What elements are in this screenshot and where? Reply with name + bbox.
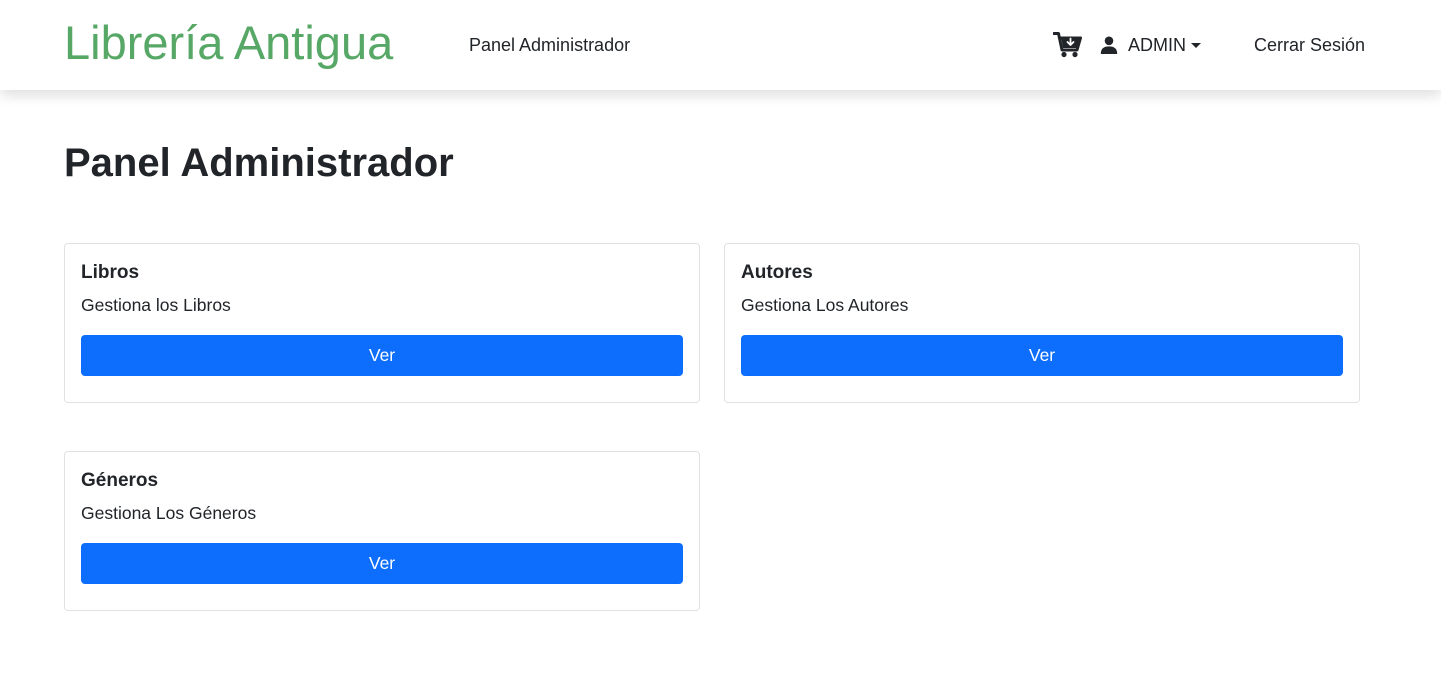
top-navbar: Librería Antigua Panel Administrador ADM… bbox=[0, 0, 1441, 90]
cart-plus-icon[interactable] bbox=[1053, 32, 1082, 58]
nav-panel-admin-link[interactable]: Panel Administrador bbox=[469, 33, 630, 57]
card-description: Gestiona los Libros bbox=[81, 295, 231, 315]
card-description: Gestiona Los Autores bbox=[741, 295, 909, 315]
caret-down-icon bbox=[1191, 42, 1201, 48]
user-icon bbox=[1100, 36, 1118, 54]
card-description: Gestiona Los Géneros bbox=[81, 503, 257, 523]
ver-generos-button[interactable]: Ver bbox=[81, 543, 683, 584]
card-title: Autores bbox=[741, 262, 813, 283]
brand-logo-link[interactable]: Librería Antigua bbox=[64, 13, 393, 73]
card-title: Libros bbox=[81, 262, 140, 283]
user-name-label: ADMIN bbox=[1128, 35, 1186, 55]
ver-autores-button[interactable]: Ver bbox=[741, 335, 1343, 376]
page-title: Panel Administrador bbox=[64, 141, 454, 185]
card-libros: Libros Gestiona los Libros Ver bbox=[64, 243, 700, 403]
user-menu-dropdown[interactable]: ADMIN bbox=[1100, 33, 1201, 57]
card-autores: Autores Gestiona Los Autores Ver bbox=[724, 243, 1360, 403]
logout-link[interactable]: Cerrar Sesión bbox=[1254, 33, 1365, 57]
card-title: Géneros bbox=[81, 470, 159, 491]
ver-libros-button[interactable]: Ver bbox=[81, 335, 683, 376]
card-generos: Géneros Gestiona Los Géneros Ver bbox=[64, 451, 700, 611]
